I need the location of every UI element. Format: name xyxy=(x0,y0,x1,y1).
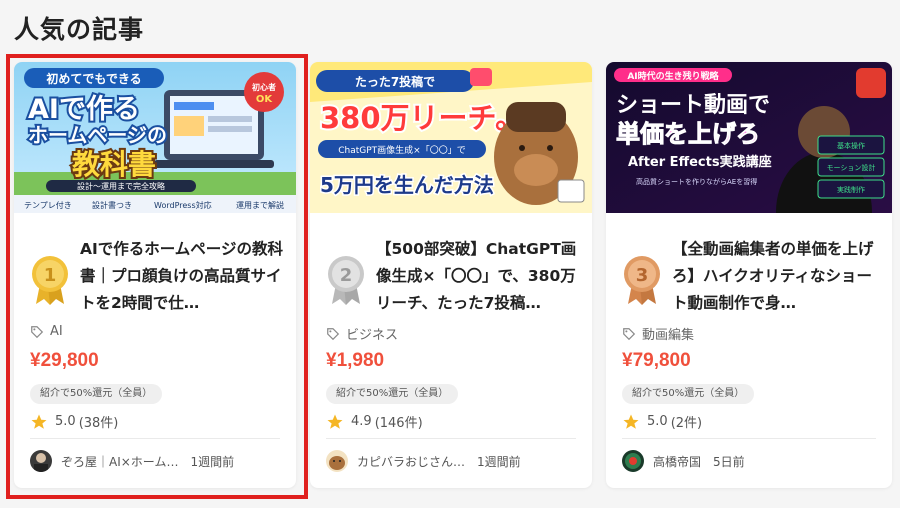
rating-count-3: (2件) xyxy=(670,416,703,431)
article-title-1[interactable]: AIで作るホームページの教科書｜プロ顔負けの高品質サイトを2時間で仕… xyxy=(80,236,286,317)
thumbnail-1-art: 初心者 OK 初めてでもできる AIで作る ホームページの 教科書 設計〜運用ま… xyxy=(14,62,296,213)
rating-3: 5.0 (2件) xyxy=(622,412,702,431)
article-title-3[interactable]: 【全動画編集者の単価を上げろ】ハイクオリティなショート動画制作で身… xyxy=(672,236,878,317)
thumbnail-2[interactable]: たった7投稿で 380万リーチ。 ChatGPT画像生成×「〇〇」で 5万円を生… xyxy=(310,62,592,213)
article-card-1[interactable]: 初心者 OK 初めてでもできる AIで作る ホームページの 教科書 設計〜運用ま… xyxy=(14,62,296,488)
thumb1-line1: 初めてでもできる xyxy=(46,71,141,86)
thumb1-line2: AIで作る xyxy=(28,94,140,125)
tag-1[interactable]: AI xyxy=(30,324,63,339)
tag-3[interactable]: 動画編集 xyxy=(622,324,694,343)
post-time-3: 5日前 xyxy=(713,454,745,469)
thumb1-chip2: 設計書つき xyxy=(92,200,132,210)
thumb3-line2: ショート動画で xyxy=(616,93,770,118)
author-name-1: ぞろ屋｜AI×ホーム… xyxy=(61,454,179,469)
thumb3-line1: AI時代の生き残り戦略 xyxy=(627,70,719,82)
thumbnail-3-art: AI時代の生き残り戦略 ショート動画で 単価を上げろ After Effects… xyxy=(606,62,892,213)
tag-icon xyxy=(623,327,636,340)
tag-label-1: AI xyxy=(50,324,63,339)
referral-badge-2: 紹介で50%還元（全員） xyxy=(326,384,459,404)
thumb1-chip4: 運用まで解説 xyxy=(236,200,284,210)
thumb2-line1: たった7投稿で xyxy=(355,74,435,89)
thumb3-line4: After Effects実践講座 xyxy=(628,154,772,170)
price-3: ¥79,800 xyxy=(622,350,691,371)
avatar xyxy=(326,450,348,472)
thumb2-line3: ChatGPT画像生成×「〇〇」で xyxy=(338,144,465,156)
thumb3-menu3: 実践制作 xyxy=(837,185,865,194)
price-2: ¥1,980 xyxy=(326,350,385,371)
price-1: ¥29,800 xyxy=(30,350,99,371)
rating-score-1: 5.0 xyxy=(55,414,76,429)
author-3[interactable]: 高橋帝国 5日前 xyxy=(622,450,745,472)
author-2[interactable]: カピバラおじさん… 1週間前 xyxy=(326,450,521,472)
thumb3-line3: 単価を上げろ xyxy=(616,120,760,148)
rank-number-2: 2 xyxy=(340,265,353,286)
rating-count-2: (146件) xyxy=(374,416,423,431)
thumb1-line4: 教科書 xyxy=(72,148,156,181)
thumb1-line3: ホームページの xyxy=(28,123,167,147)
rating-count-1: (38件) xyxy=(78,416,119,431)
thumbnail-1[interactable]: 初心者 OK 初めてでもできる AIで作る ホームページの 教科書 設計〜運用ま… xyxy=(14,62,296,213)
rank-number-1: 1 xyxy=(44,265,57,286)
divider xyxy=(326,438,576,439)
thumb2-line2: 380万リーチ。 xyxy=(320,101,524,135)
tag-label-3: 動画編集 xyxy=(642,328,695,343)
referral-badge-3: 紹介で50%還元（全員） xyxy=(622,384,755,404)
svg-text:OK: OK xyxy=(256,94,274,105)
article-card-3[interactable]: AI時代の生き残り戦略 ショート動画で 単価を上げろ After Effects… xyxy=(606,62,892,488)
referral-badge-1: 紹介で50%還元（全員） xyxy=(30,384,163,404)
thumb1-footer: 設計〜運用まで完全攻略 xyxy=(77,181,165,191)
author-name-3: 高橋帝国 xyxy=(653,454,702,469)
rating-1: 5.0 (38件) xyxy=(30,412,118,431)
divider xyxy=(622,438,876,439)
thumb3-line5: 高品質ショートを作りながらAEを習得 xyxy=(636,177,757,186)
star-icon xyxy=(327,414,343,429)
author-name-2: カピバラおじさん… xyxy=(357,454,466,469)
rank-medal-gold: 1 xyxy=(30,254,70,306)
thumb2-line4: 5万円を生んだ方法 xyxy=(320,173,494,197)
thumb1-chip3: WordPress対応 xyxy=(154,200,212,210)
thumb1-chip1: テンプレ付き xyxy=(24,200,72,210)
rating-2: 4.9 (146件) xyxy=(326,412,423,431)
post-time-2: 1週間前 xyxy=(477,454,521,469)
avatar xyxy=(30,450,52,472)
thumb3-menu1: 基本操作 xyxy=(837,141,865,150)
article-card-2[interactable]: たった7投稿で 380万リーチ。 ChatGPT画像生成×「〇〇」で 5万円を生… xyxy=(310,62,592,488)
article-title-2[interactable]: 【500部突破】ChatGPT画像生成×「〇〇」で、380万リーチ、たった7投稿… xyxy=(376,236,582,317)
star-icon xyxy=(31,414,47,429)
avatar xyxy=(622,450,644,472)
thumb3-menu2: モーション設計 xyxy=(827,163,876,172)
rank-medal-bronze: 3 xyxy=(622,254,662,306)
star-icon xyxy=(623,414,639,429)
rank-number-3: 3 xyxy=(636,265,649,286)
rank-medal-silver: 2 xyxy=(326,254,366,306)
svg-text:初心者: 初心者 xyxy=(252,82,276,92)
rating-score-2: 4.9 xyxy=(351,414,372,429)
tag-icon xyxy=(327,327,340,340)
divider xyxy=(30,438,280,439)
tag-label-2: ビジネス xyxy=(346,328,399,343)
thumbnail-3[interactable]: AI時代の生き残り戦略 ショート動画で 単価を上げろ After Effects… xyxy=(606,62,892,213)
rating-score-3: 5.0 xyxy=(647,414,668,429)
tag-icon xyxy=(31,325,44,338)
article-cards: 初心者 OK 初めてでもできる AIで作る ホームページの 教科書 設計〜運用ま… xyxy=(0,0,900,508)
author-1[interactable]: ぞろ屋｜AI×ホーム… 1週間前 xyxy=(30,450,234,472)
post-time-1: 1週間前 xyxy=(190,454,235,469)
tag-2[interactable]: ビジネス xyxy=(326,324,398,343)
thumbnail-2-art: たった7投稿で 380万リーチ。 ChatGPT画像生成×「〇〇」で 5万円を生… xyxy=(310,62,592,213)
